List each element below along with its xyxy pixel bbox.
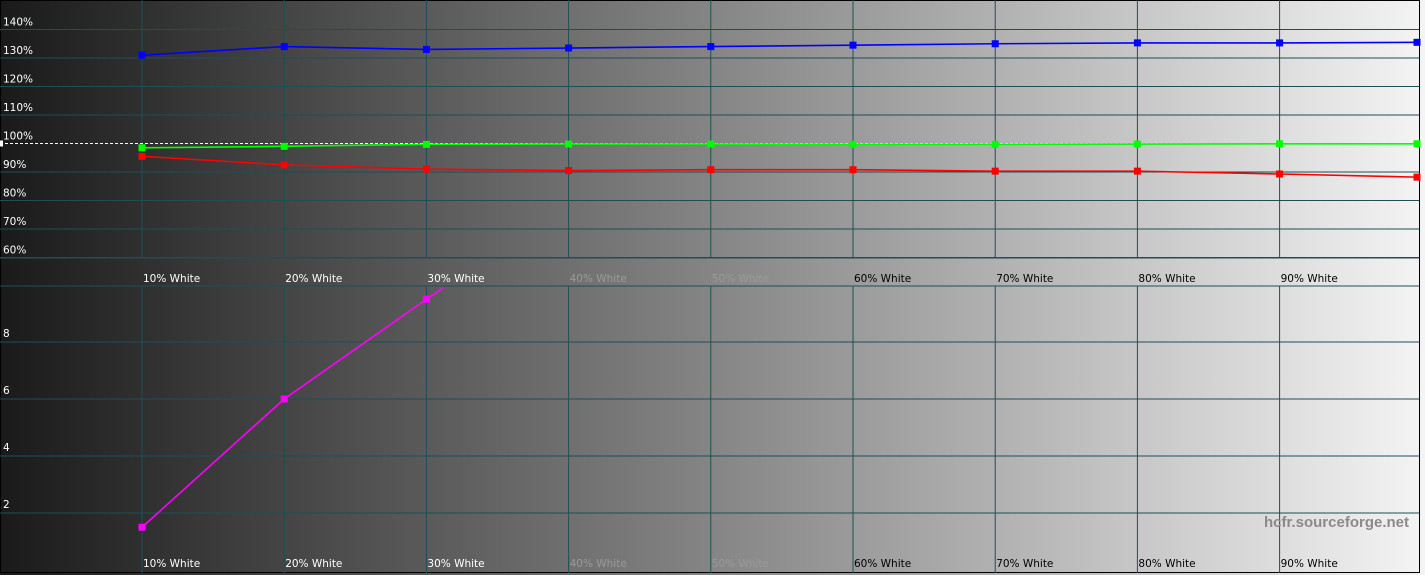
x-tick-label: 20% White bbox=[285, 558, 342, 570]
y-tick-label: 140% bbox=[3, 17, 33, 29]
x-tick-label: 80% White bbox=[1138, 558, 1195, 570]
y-tick-label: 110% bbox=[3, 102, 33, 114]
x-tick-label: 10% White bbox=[143, 558, 200, 570]
data-point-red bbox=[1133, 167, 1141, 175]
x-tick-label: 60% White bbox=[854, 558, 911, 570]
data-point-green bbox=[138, 144, 146, 152]
data-point-red bbox=[565, 167, 573, 175]
data-point-blue bbox=[138, 51, 146, 59]
data-point-green bbox=[991, 140, 999, 148]
y-tick-label: 130% bbox=[3, 45, 33, 57]
data-point-green bbox=[280, 142, 288, 150]
data-point-blue bbox=[707, 43, 715, 51]
x-tick-label: 50% White bbox=[712, 558, 769, 570]
data-point-red bbox=[707, 166, 715, 174]
x-tick-label: 50% White bbox=[712, 273, 769, 285]
data-point-green bbox=[1413, 140, 1421, 148]
data-point-green bbox=[422, 140, 430, 148]
y-tick-label: 2 bbox=[3, 499, 10, 511]
x-tick-label: 10% White bbox=[143, 273, 200, 285]
reference-marker bbox=[0, 140, 3, 147]
data-point-green bbox=[849, 140, 857, 148]
x-tick-label: 90% White bbox=[1281, 273, 1338, 285]
y-tick-label: 90% bbox=[3, 159, 26, 171]
data-point-blue bbox=[565, 44, 573, 52]
data-point-green bbox=[1133, 140, 1141, 148]
y-tick-label: 80% bbox=[3, 188, 26, 200]
data-point-green bbox=[1276, 140, 1284, 148]
data-point-blue bbox=[1133, 39, 1141, 47]
y-tick-label: 60% bbox=[3, 245, 26, 257]
data-point-red bbox=[849, 166, 857, 174]
data-point-blue bbox=[849, 41, 857, 49]
y-tick-label: 4 bbox=[3, 442, 10, 454]
y-tick-label: 120% bbox=[3, 74, 33, 86]
grayscale-chart: 140% 130% 120% 110% 100% 90% 80% 70% 60% 10% Whit… bbox=[0, 0, 1425, 575]
data-point-green bbox=[565, 140, 573, 148]
x-tick-label: 90% White bbox=[1281, 558, 1338, 570]
x-tick-label: 20% White bbox=[285, 273, 342, 285]
data-point-red bbox=[280, 161, 288, 169]
x-tick-label: 70% White bbox=[996, 558, 1053, 570]
data-point-blue bbox=[280, 43, 288, 51]
watermark: hcfr.sourceforge.net bbox=[1264, 514, 1409, 531]
y-tick-label: 100% bbox=[3, 131, 33, 143]
x-tick-label: 40% White bbox=[570, 558, 627, 570]
data-point-delta-e bbox=[280, 395, 288, 403]
x-tick-label: 40% White bbox=[570, 273, 627, 285]
x-tick-label: 30% White bbox=[427, 273, 484, 285]
data-point-delta-e bbox=[422, 295, 430, 303]
x-tick-label: 60% White bbox=[854, 273, 911, 285]
data-point-blue bbox=[991, 40, 999, 48]
y-tick-label: 70% bbox=[3, 216, 26, 228]
data-point-red bbox=[991, 167, 999, 175]
x-tick-label: 30% White bbox=[427, 558, 484, 570]
data-point-red bbox=[1413, 173, 1421, 181]
data-point-blue bbox=[422, 45, 430, 53]
data-point-red bbox=[422, 165, 430, 173]
x-tick-label: 70% White bbox=[996, 273, 1053, 285]
data-point-red bbox=[138, 152, 146, 160]
x-tick-label: 80% White bbox=[1138, 273, 1195, 285]
y-tick-label: 6 bbox=[3, 385, 10, 397]
data-point-blue bbox=[1413, 38, 1421, 46]
data-point-blue bbox=[1276, 39, 1284, 47]
data-point-delta-e bbox=[138, 523, 146, 531]
data-point-green bbox=[707, 140, 715, 148]
y-tick-label: 8 bbox=[3, 328, 10, 340]
data-point-red bbox=[1276, 170, 1284, 178]
